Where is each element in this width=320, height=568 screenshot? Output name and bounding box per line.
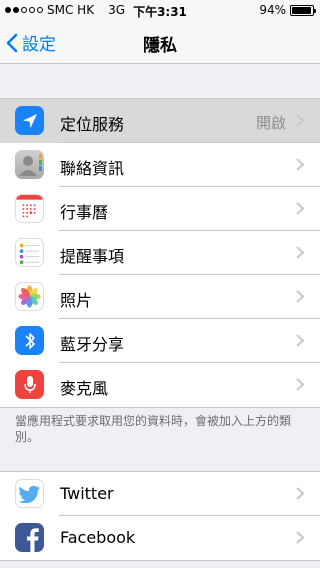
location-arrow-icon	[15, 106, 44, 135]
calendar-icon	[15, 194, 44, 223]
row-label: 行事曆	[60, 203, 109, 222]
page-title: 隱私	[143, 36, 177, 56]
battery-percent: 94%	[259, 3, 286, 17]
twitter-icon	[15, 479, 44, 508]
battery-icon	[290, 4, 316, 16]
status-bar: SMC HK 3G 下午3:31 94%	[0, 0, 320, 20]
status-right: 94%	[259, 3, 316, 17]
facebook-icon	[15, 523, 44, 552]
chevron-right-icon	[296, 334, 304, 347]
row-label: 麥克風	[60, 379, 109, 398]
reminders-icon	[15, 238, 44, 267]
row-twitter[interactable]: Twitter	[0, 472, 320, 516]
row-microphone[interactable]: 麥克風	[0, 363, 320, 407]
social-accounts-list: Twitter Facebook	[0, 471, 320, 561]
row-label: 藍牙分享	[60, 335, 125, 354]
chevron-right-icon	[296, 378, 304, 391]
row-label: 提醒事項	[60, 247, 125, 266]
photos-icon	[15, 282, 44, 311]
chevron-right-icon	[296, 487, 304, 500]
chevron-right-icon	[296, 290, 304, 303]
chevron-right-icon	[296, 158, 304, 171]
chevron-right-icon	[296, 114, 304, 127]
microphone-icon	[15, 370, 44, 399]
contacts-icon	[15, 150, 44, 179]
row-reminders[interactable]: 提醒事項	[0, 231, 320, 275]
row-value: 開啟	[255, 114, 286, 132]
row-contacts[interactable]: 聯絡資訊	[0, 143, 320, 187]
row-label: Facebook	[60, 528, 136, 547]
navigation-bar: 設定 隱私	[0, 20, 320, 64]
chevron-right-icon	[296, 202, 304, 215]
row-bluetooth-sharing[interactable]: 藍牙分享	[0, 319, 320, 363]
chevron-right-icon	[296, 531, 304, 544]
row-label: 聯絡資訊	[60, 159, 125, 178]
chevron-right-icon	[296, 246, 304, 259]
privacy-categories-list: 定位服務 開啟 聯絡資訊 行事曆 提醒事項 照片 藍牙分享 麥克風	[0, 98, 320, 408]
row-label: 照片	[60, 291, 93, 310]
bluetooth-icon	[15, 326, 44, 355]
row-location-services[interactable]: 定位服務 開啟	[0, 99, 320, 143]
row-facebook[interactable]: Facebook	[0, 516, 320, 560]
privacy-footer-note: 當應用程式要求取用您的資料時，會被加入上方的類別。	[15, 414, 292, 444]
row-photos[interactable]: 照片	[0, 275, 320, 319]
row-calendar[interactable]: 行事曆	[0, 187, 320, 231]
row-label: Twitter	[60, 484, 114, 503]
row-label: 定位服務	[60, 115, 125, 134]
